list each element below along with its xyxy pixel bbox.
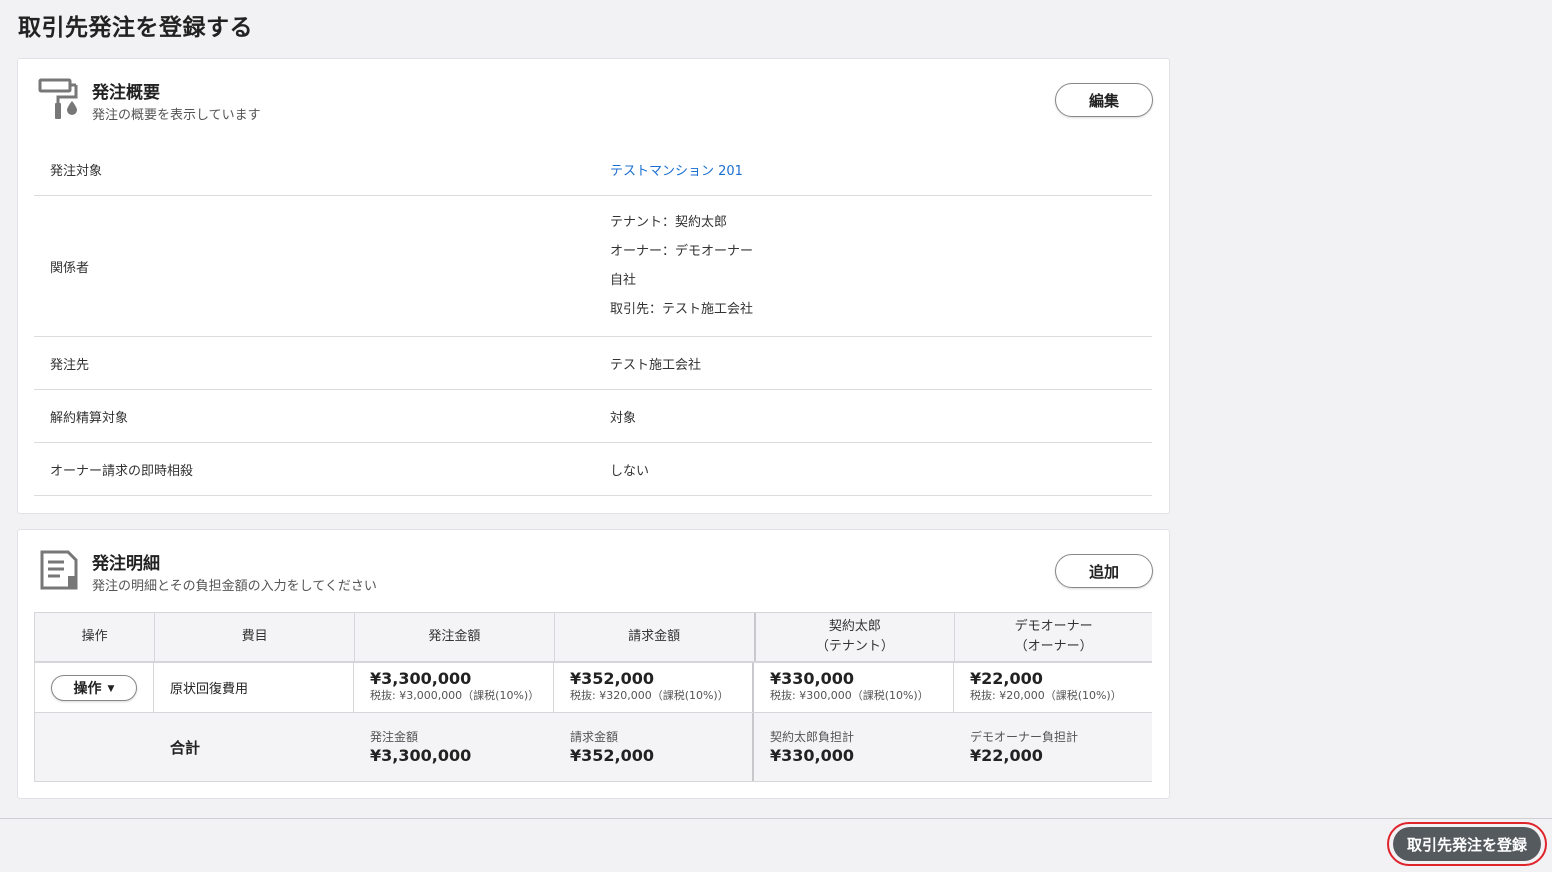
total-tenant-cell: 契約太郎負担計 ¥330,000 (754, 713, 954, 781)
total-label: 合計 (170, 738, 201, 757)
paint-roller-icon (38, 78, 78, 119)
order-detail-card: 発注明細 発注の明細とその負担金額の入力をしてください 追加 操作 費目 発注金… (17, 529, 1170, 799)
operation-label: 操作 (73, 680, 102, 697)
tenant-amount: ¥330,000 (770, 669, 855, 688)
total-owner-value: ¥22,000 (970, 746, 1043, 765)
row-operation-dropdown[interactable]: 操作 ▼ (51, 674, 137, 701)
info-label: オーナー請求の即時相殺 (50, 463, 194, 479)
total-order-value: ¥3,300,000 (370, 746, 472, 765)
table-header: 操作 費目 発注金額 請求金額 契約太郎 （テナント） デモオーナー （オーナー… (34, 612, 1152, 663)
total-bill-label: 請求金額 (570, 730, 619, 744)
parties-list: テナント：契約太郎 オーナー：デモオーナー 自社 取引先：テスト施工会社 (594, 208, 1152, 324)
order-summary-card: 発注概要 発注の概要を表示しています 編集 発注対象 テストマンション 201 … (17, 58, 1170, 514)
info-value: 対象 (610, 410, 637, 426)
info-value: しない (610, 463, 650, 479)
col-header-tenant: 契約太郎 （テナント） (756, 613, 956, 661)
info-label: 解約精算対象 (50, 410, 129, 426)
info-row-parties: 関係者 テナント：契約太郎 オーナー：デモオーナー 自社 取引先：テスト施工会社 (34, 196, 1152, 337)
total-row: 合計 発注金額 ¥3,300,000 請求金額 ¥352,000 契約太郎負担計… (34, 713, 1152, 782)
table-row: 操作 ▼ 原状回復費用 ¥3,300,000 税抜: ¥3,000,000（課税(… (34, 663, 1152, 713)
summary-subtitle: 発注の概要を表示しています (92, 108, 261, 123)
info-row-offset: オーナー請求の即時相殺 しない (34, 443, 1152, 496)
total-owner-label: デモオーナー負担計 (970, 730, 1079, 744)
total-tenant-value: ¥330,000 (770, 746, 855, 765)
total-tenant-label: 契約太郎負担計 (770, 730, 855, 744)
bill-amount-cell: ¥352,000 税抜: ¥320,000（課税(10%)） (554, 663, 754, 712)
party-item: オーナー：デモオーナー (610, 244, 754, 259)
order-target-link[interactable]: テストマンション 201 (610, 164, 743, 179)
footer-bar (0, 818, 1552, 872)
info-label: 発注対象 (50, 163, 103, 179)
order-amount: ¥3,300,000 (370, 669, 472, 688)
info-row-vendor: 発注先 テスト施工会社 (34, 337, 1152, 390)
tenant-name: 契約太郎 (828, 619, 881, 634)
info-value: テスト施工会社 (610, 357, 702, 373)
total-order-label: 発注金額 (370, 730, 419, 744)
owner-role: （オーナー） (1014, 639, 1093, 654)
detail-title: 発注明細 (92, 554, 160, 574)
total-order-cell: 発注金額 ¥3,300,000 (354, 713, 554, 781)
info-label: 関係者 (50, 260, 90, 276)
order-amount-cell: ¥3,300,000 税抜: ¥3,000,000（課税(10%)） (354, 663, 554, 712)
col-header-op: 操作 (34, 613, 156, 661)
summary-title: 発注概要 (92, 83, 160, 103)
owner-amount-cell: ¥22,000 税抜: ¥20,000（課税(10%)） (954, 663, 1152, 712)
party-item: 自社 (610, 273, 637, 288)
col-header-order-amount: 発注金額 (355, 613, 555, 661)
total-bill-cell: 請求金額 ¥352,000 (554, 713, 754, 781)
bill-amount: ¥352,000 (570, 669, 655, 688)
tenant-tax: 税抜: ¥300,000（課税(10%)） (770, 689, 929, 702)
document-list-icon (40, 550, 78, 590)
tenant-role: （テナント） (815, 639, 894, 654)
total-owner-cell: デモオーナー負担計 ¥22,000 (954, 713, 1152, 781)
tenant-amount-cell: ¥330,000 税抜: ¥300,000（課税(10%)） (754, 663, 954, 712)
bill-tax: 税抜: ¥320,000（課税(10%)） (570, 689, 729, 702)
order-tax: 税抜: ¥3,000,000（課税(10%)） (370, 689, 540, 702)
info-row-settlement: 解約精算対象 対象 (34, 390, 1152, 443)
col-header-item: 費目 (155, 613, 355, 661)
edit-button[interactable]: 編集 (1055, 83, 1153, 117)
owner-tax: 税抜: ¥20,000（課税(10%)） (970, 689, 1122, 702)
owner-amount: ¥22,000 (970, 669, 1043, 688)
col-header-bill-amount: 請求金額 (555, 613, 756, 661)
submit-order-button[interactable]: 取引先発注を登録 (1393, 827, 1541, 861)
item-name: 原状回復費用 (154, 663, 354, 712)
detail-subtitle: 発注の明細とその負担金額の入力をしてください (92, 579, 377, 594)
summary-table: 発注対象 テストマンション 201 関係者 テナント：契約太郎 オーナー：デモオ… (34, 143, 1152, 496)
col-header-owner: デモオーナー （オーナー） (955, 613, 1152, 661)
page-title: 取引先発注を登録する (18, 15, 253, 41)
party-item: 取引先：テスト施工会社 (610, 302, 754, 317)
total-bill-value: ¥352,000 (570, 746, 655, 765)
info-label: 発注先 (50, 357, 90, 373)
party-item: テナント：契約太郎 (610, 215, 728, 230)
detail-table: 操作 費目 発注金額 請求金額 契約太郎 （テナント） デモオーナー （オーナー… (34, 612, 1152, 782)
caret-down-icon: ▼ (107, 683, 115, 694)
owner-name: デモオーナー (1014, 619, 1093, 634)
info-row-target: 発注対象 テストマンション 201 (34, 143, 1152, 196)
add-button[interactable]: 追加 (1055, 554, 1153, 588)
